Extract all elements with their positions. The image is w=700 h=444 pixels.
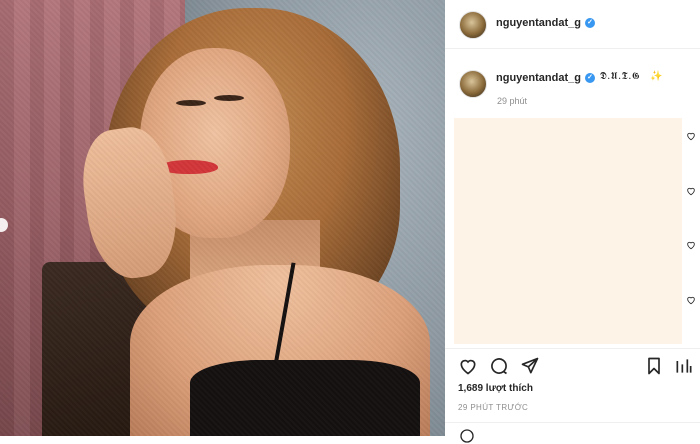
comment-like-icon[interactable] [686,295,696,305]
comment-like-icon[interactable] [686,131,696,141]
bookmark-icon[interactable] [644,356,664,376]
more-options-icon[interactable] [674,356,694,376]
comments-area [454,118,682,344]
sparkle-icon: ✨ [650,71,663,82]
post-timestamp: 29 PHÚT TRƯỚC [458,403,529,412]
share-icon[interactable] [520,356,540,376]
actions-divider [445,348,700,349]
comment-icon[interactable] [489,356,509,376]
header-username[interactable]: nguyentandat_g [496,17,581,29]
header-avatar[interactable] [459,11,487,39]
comment-like-icon[interactable] [686,240,696,250]
emoji-icon[interactable] [459,428,475,444]
likes-count[interactable]: 1,689 lượt thích [458,383,533,394]
post-photo[interactable] [0,0,445,436]
caption-text: 𝕯.𝖀.𝕿.𝕲 [600,71,641,82]
header-verified-icon: ✓ [585,18,595,28]
photo-grain [0,0,445,436]
caption-avatar[interactable] [459,70,487,98]
comment-like-icon[interactable] [686,186,696,196]
caption-username[interactable]: nguyentandat_g [496,72,581,84]
caption-verified-icon: ✓ [585,73,595,83]
bottom-divider [445,422,700,423]
header-divider [445,48,700,49]
heart-icon[interactable] [458,356,478,376]
caption-time: 29 phút [497,96,528,106]
